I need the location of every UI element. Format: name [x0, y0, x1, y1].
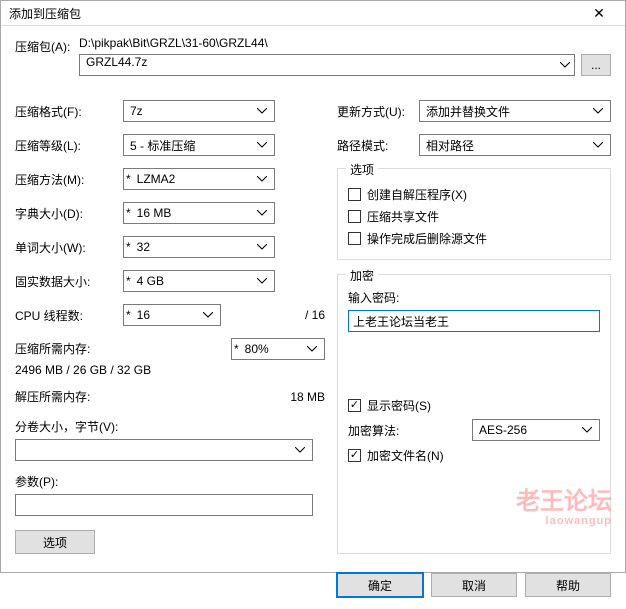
method-value: LZMA2	[137, 172, 176, 186]
chevron-down-icon	[254, 273, 270, 289]
dict-label: 字典大小(D):	[15, 205, 123, 222]
archive-path-row: 压缩包(A): D:\pikpak\Bit\GRZL\31-60\GRZL44\…	[15, 36, 611, 76]
update-select[interactable]: 添加并替换文件	[419, 100, 611, 122]
star-icon: *	[126, 274, 131, 288]
chevron-down-icon	[200, 307, 216, 323]
show-password-checkbox[interactable]	[348, 399, 361, 412]
update-value: 添加并替换文件	[426, 103, 510, 120]
chevron-down-icon	[254, 137, 270, 153]
encryption-group-title: 加密	[346, 267, 378, 284]
solid-value: 4 GB	[137, 274, 164, 288]
archive-name-combo[interactable]: GRZL44.7z	[79, 54, 554, 76]
cpu-total: / 16	[231, 308, 325, 322]
mem-pct-select[interactable]: * 80%	[231, 338, 325, 360]
dict-value: 16 MB	[137, 206, 172, 220]
show-password-label: 显示密码(S)	[367, 397, 431, 414]
update-label: 更新方式(U):	[337, 103, 419, 120]
param-input[interactable]	[15, 494, 313, 516]
pathmode-select[interactable]: 相对路径	[419, 134, 611, 156]
cpu-value: 16	[137, 308, 150, 322]
star-icon: *	[126, 308, 131, 322]
memory-info: 压缩所需内存: * 80% 2496 MB / 26 GB / 32 GB 解压所…	[15, 338, 325, 408]
encrypt-names-checkbox[interactable]	[348, 449, 361, 462]
chevron-down-icon	[590, 103, 606, 119]
delete-checkbox[interactable]	[348, 232, 361, 245]
algo-select[interactable]: AES-256	[472, 419, 600, 441]
shared-checkbox[interactable]	[348, 210, 361, 223]
level-select[interactable]: 5 - 标准压缩	[123, 134, 275, 156]
dict-select[interactable]: * 16 MB	[123, 202, 275, 224]
mem-pct-value: 80%	[245, 342, 269, 356]
compress-mem-value: 2496 MB / 26 GB / 32 GB	[15, 360, 325, 380]
main-grid: 压缩格式(F): 7z 压缩等级(L): 5 - 标准压缩 压缩方法(M):	[15, 94, 611, 554]
star-icon: *	[126, 172, 131, 186]
format-value: 7z	[130, 104, 143, 118]
level-value: 5 - 标准压缩	[130, 137, 195, 154]
archive-right: D:\pikpak\Bit\GRZL\31-60\GRZL44\ GRZL44.…	[79, 36, 611, 76]
star-icon: *	[126, 240, 131, 254]
password-input[interactable]	[348, 310, 600, 332]
close-icon[interactable]: ✕	[581, 1, 617, 25]
decompress-mem-label: 解压所需内存:	[15, 387, 90, 407]
chevron-down-icon	[292, 442, 308, 458]
dialog-window: 添加到压缩包 ✕ 压缩包(A): D:\pikpak\Bit\GRZL\31-6…	[0, 0, 626, 573]
word-value: 32	[137, 240, 150, 254]
algo-label: 加密算法:	[348, 422, 399, 439]
cpu-select[interactable]: * 16	[123, 304, 221, 326]
options-button[interactable]: 选项	[15, 530, 95, 554]
star-icon: *	[234, 342, 239, 356]
format-select[interactable]: 7z	[123, 100, 275, 122]
param-label: 参数(P):	[15, 473, 325, 490]
help-button[interactable]: 帮助	[525, 573, 611, 597]
sfx-checkbox[interactable]	[348, 188, 361, 201]
archive-label: 压缩包(A):	[15, 36, 71, 55]
volume-select[interactable]	[15, 439, 313, 461]
delete-label: 操作完成后删除源文件	[367, 230, 487, 247]
chevron-down-icon	[590, 137, 606, 153]
volume-label: 分卷大小，字节(V):	[15, 418, 118, 435]
level-label: 压缩等级(L):	[15, 137, 123, 154]
options-group-title: 选项	[346, 161, 378, 178]
method-label: 压缩方法(M):	[15, 171, 123, 188]
archive-name-row: GRZL44.7z ...	[79, 54, 611, 76]
window-title: 添加到压缩包	[9, 5, 581, 22]
solid-label: 固实数据大小:	[15, 273, 123, 290]
compress-mem-label: 压缩所需内存:	[15, 339, 90, 359]
sfx-label: 创建自解压程序(X)	[367, 186, 467, 203]
cpu-label: CPU 线程数:	[15, 307, 123, 324]
word-select[interactable]: * 32	[123, 236, 275, 258]
ok-button[interactable]: 确定	[337, 573, 423, 597]
encrypt-names-label: 加密文件名(N)	[367, 447, 444, 464]
right-column: 更新方式(U): 添加并替换文件 路径模式: 相对路径 选项	[337, 94, 611, 554]
archive-name-value: GRZL44.7z	[86, 55, 147, 69]
titlebar: 添加到压缩包 ✕	[1, 1, 625, 26]
pathmode-label: 路径模式:	[337, 137, 419, 154]
solid-select[interactable]: * 4 GB	[123, 270, 275, 292]
chevron-down-icon	[557, 57, 573, 73]
word-label: 单词大小(W):	[15, 239, 123, 256]
chevron-down-icon	[254, 205, 270, 221]
dialog-content: 压缩包(A): D:\pikpak\Bit\GRZL\31-60\GRZL44\…	[1, 26, 625, 562]
pathmode-value: 相对路径	[426, 137, 474, 154]
chevron-down-icon	[304, 341, 320, 357]
chevron-down-icon	[254, 171, 270, 187]
star-icon: *	[126, 206, 131, 220]
options-group: 选项 创建自解压程序(X) 压缩共享文件 操作完成后删除源文件	[337, 168, 611, 260]
archive-name-chevron[interactable]	[553, 54, 575, 76]
dialog-footer: 确定 取消 帮助	[1, 562, 625, 609]
format-label: 压缩格式(F):	[15, 103, 123, 120]
archive-path: D:\pikpak\Bit\GRZL\31-60\GRZL44\	[79, 36, 611, 50]
chevron-down-icon	[579, 422, 595, 438]
encryption-group: 加密 输入密码: 显示密码(S) 加密算法: AES-256	[337, 274, 611, 554]
cancel-button[interactable]: 取消	[431, 573, 517, 597]
shared-label: 压缩共享文件	[367, 208, 439, 225]
browse-button[interactable]: ...	[581, 54, 611, 76]
password-label: 输入密码:	[348, 289, 600, 306]
method-select[interactable]: * LZMA2	[123, 168, 275, 190]
decompress-mem-value: 18 MB	[290, 387, 325, 407]
chevron-down-icon	[254, 239, 270, 255]
chevron-down-icon	[254, 103, 270, 119]
algo-value: AES-256	[479, 423, 527, 437]
left-column: 压缩格式(F): 7z 压缩等级(L): 5 - 标准压缩 压缩方法(M):	[15, 94, 325, 554]
